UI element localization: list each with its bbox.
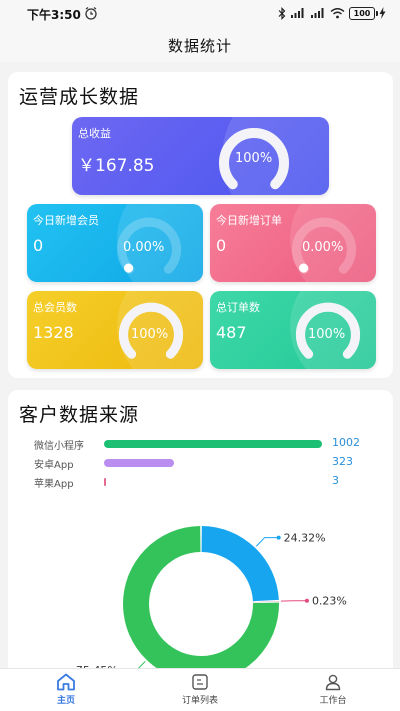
wifi-icon	[330, 8, 345, 19]
pie-leader-line	[255, 537, 279, 547]
source-donut-chart: 24.32%0.23%75.45%	[76, 526, 347, 682]
source-bar-row: 苹果App 3	[34, 474, 374, 490]
gauge-progress	[123, 263, 134, 273]
tab-home[interactable]: 主页	[21, 673, 111, 711]
bar-fill	[104, 478, 106, 486]
gauge-progress	[298, 263, 309, 273]
today-orders-percent: 0.00%	[302, 240, 344, 255]
status-icons: 100	[278, 5, 386, 21]
order-list-icon	[192, 674, 208, 690]
today-members-tile[interactable]: 今日新增会员 0 0.00%	[27, 204, 203, 282]
total-income-percent: 100%	[235, 151, 273, 166]
today-orders-tile[interactable]: 今日新增订单 0 0.00%	[210, 204, 376, 282]
signal-icon	[311, 8, 324, 18]
bottom-tab-bar: 主页 订单列表 工作台	[0, 668, 400, 711]
total-members-percent: 100%	[131, 327, 169, 342]
source-bar-row: 安卓App 323	[34, 455, 374, 471]
total-members-label: 总会员数	[33, 301, 77, 314]
total-members-tile[interactable]: 总会员数 1328 100%	[27, 291, 203, 369]
total-orders-percent: 100%	[308, 327, 346, 342]
battery-level: 100	[353, 8, 371, 18]
today-members-value: 0	[33, 236, 44, 255]
tab-home-label: 主页	[56, 696, 75, 706]
source-title: 客户数据来源	[19, 404, 140, 426]
status-bar: 下午3:50 100	[0, 0, 400, 28]
bar-label: 安卓App	[34, 460, 74, 471]
pie-slice	[252, 601, 279, 603]
bluetooth-icon	[278, 6, 286, 20]
pie-leader-dot	[304, 598, 309, 603]
today-members-label: 今日新增会员	[33, 214, 99, 227]
tab-workbench[interactable]: 工作台	[288, 673, 378, 711]
bar-fill	[104, 440, 322, 448]
bar-label: 苹果App	[34, 479, 74, 490]
source-bar-row: 微信小程序 1002	[34, 436, 374, 452]
signal-icon	[291, 8, 304, 18]
charging-icon	[379, 7, 386, 19]
bar-fill	[104, 459, 175, 467]
home-icon	[57, 673, 75, 691]
bar-value: 3	[332, 474, 339, 487]
total-members-value: 1328	[33, 323, 74, 342]
bar-label: 微信小程序	[34, 441, 84, 452]
today-orders-label: 今日新增订单	[216, 214, 282, 227]
bar-value: 323	[332, 455, 353, 468]
today-orders-value: 0	[216, 236, 227, 255]
total-income-label: 总收益	[78, 127, 111, 140]
pie-leader-dot	[276, 535, 281, 540]
total-income-value: ￥167.85	[78, 156, 155, 176]
pie-label: 24.32%	[284, 532, 326, 545]
battery-indicator: 100	[349, 6, 378, 20]
total-orders-value: 487	[216, 323, 247, 342]
today-members-percent: 0.00%	[123, 240, 165, 255]
total-orders-label: 总订单数	[216, 301, 260, 314]
tab-order-list-label: 订单列表	[181, 696, 218, 706]
total-orders-tile[interactable]: 总订单数 487 100%	[210, 291, 376, 369]
status-time: 下午3:50	[27, 8, 81, 22]
growth-title: 运营成长数据	[19, 86, 140, 108]
alarm-icon	[85, 7, 97, 20]
pie-label: 0.23%	[312, 595, 347, 608]
tab-workbench-label: 工作台	[319, 696, 347, 706]
total-income-tile[interactable]: 总收益 ￥167.85 100%	[72, 117, 329, 195]
growth-card: 运营成长数据 总收益 ￥167.85 100% 今日新增会员 0 0.00% 今…	[8, 72, 393, 378]
bar-value: 1002	[332, 436, 360, 449]
source-card: 客户数据来源 微信小程序 1002 安卓App 323 苹果App 3 24.3…	[8, 390, 393, 690]
user-icon	[325, 674, 341, 691]
page-title: 数据统计	[167, 36, 232, 55]
nav-bar: 数据统计	[0, 28, 400, 62]
tab-order-list[interactable]: 订单列表	[155, 673, 245, 711]
